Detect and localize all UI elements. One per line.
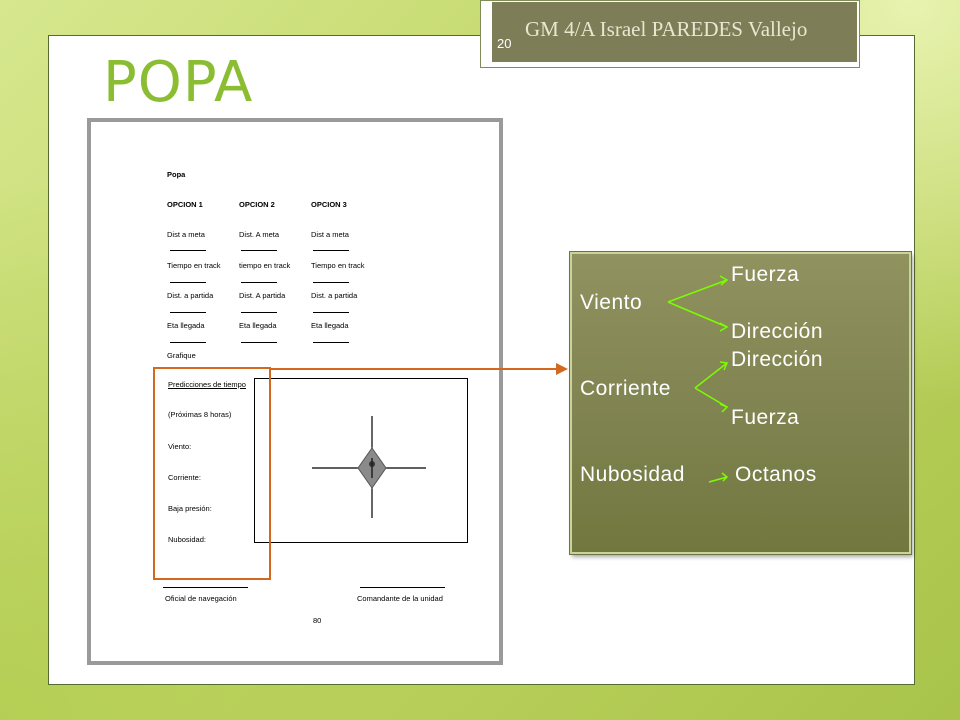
doc-row3-col2: Dist. A partida (239, 291, 286, 300)
doc-blank-line (170, 312, 206, 313)
doc-heading: Popa (167, 170, 186, 179)
doc-row2-col1: Tiempo en track (167, 261, 221, 270)
doc-option-2: OPCION 2 (239, 200, 275, 209)
doc-row1-col1: Dist a meta (167, 230, 205, 239)
doc-option-1: OPCION 1 (167, 200, 203, 209)
doc-row3-col1: Dist. a partida (167, 291, 214, 300)
corriente-fuerza-label: Fuerza (731, 406, 800, 429)
doc-signature-left: Oficial de navegación (165, 594, 237, 603)
doc-blank-line (313, 250, 349, 251)
doc-grafique: Grafique (167, 351, 196, 360)
doc-blank-line (241, 250, 277, 251)
doc-blank-line (241, 312, 277, 313)
slide-number: 20 (497, 36, 512, 51)
doc-row3-col3: Dist. a partida (311, 291, 358, 300)
viento-direccion-label: Dirección (731, 320, 824, 343)
viento-label: Viento (580, 291, 643, 314)
doc-blank-line (313, 342, 349, 343)
octanos-label: Octanos (735, 463, 817, 486)
doc-option-3: OPCION 3 (311, 200, 347, 209)
doc-blank-line (170, 342, 206, 343)
doc-row1-col2: Dist. A meta (239, 230, 280, 239)
doc-row1-col3: Dist a meta (311, 230, 349, 239)
doc-row4-col2: Eta llegada (239, 321, 277, 330)
highlight-rectangle (153, 367, 271, 580)
doc-blank-line (170, 282, 206, 283)
nubosidad-label: Nubosidad (580, 463, 685, 486)
doc-blank-line (313, 312, 349, 313)
doc-blank-line (241, 342, 277, 343)
corriente-label: Corriente (580, 377, 671, 400)
corriente-direccion-label: Dirección (731, 348, 824, 371)
doc-blank-line (313, 282, 349, 283)
doc-blank-line (170, 250, 206, 251)
viento-fuerza-label: Fuerza (731, 263, 800, 286)
header-author: GM 4/A Israel PAREDES Vallejo (525, 17, 808, 41)
doc-row4-col1: Eta llegada (167, 321, 205, 330)
doc-page-number: 80 (313, 616, 322, 625)
doc-row4-col3: Eta llegada (311, 321, 349, 330)
doc-signature-line (163, 587, 248, 588)
compass-icon (312, 416, 426, 518)
doc-blank-line (241, 282, 277, 283)
doc-row2-col3: Tiempo en track (311, 261, 365, 270)
doc-signature-right: Comandante de la unidad (357, 594, 443, 603)
slide-title: POPA (103, 50, 254, 115)
doc-signature-line (360, 587, 445, 588)
doc-row2-col2: tiempo en track (239, 261, 291, 270)
